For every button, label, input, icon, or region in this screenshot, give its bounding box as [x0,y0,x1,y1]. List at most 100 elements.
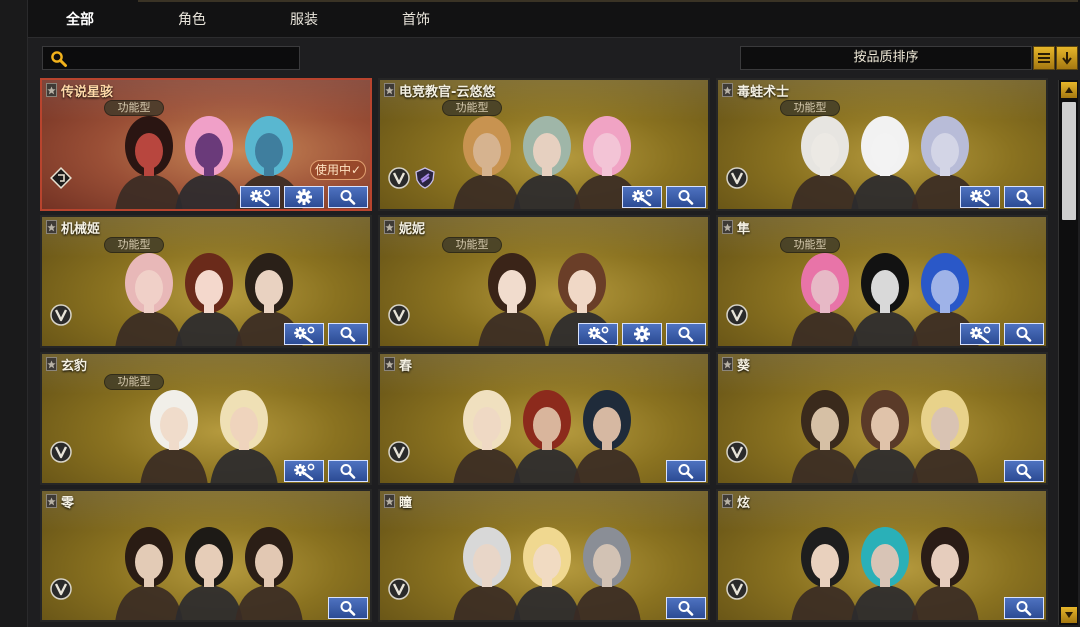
costume-card[interactable]: 妮妮 功能型 [378,215,710,348]
gear-icon [634,326,650,342]
costume-card[interactable]: 零 [40,489,372,622]
favorite-star-icon[interactable] [722,357,733,371]
card-title: 传说星骇 [46,81,114,100]
function-type-tag: 功能型 [780,237,840,253]
character-portrait [140,390,208,483]
preview-button[interactable] [1004,186,1044,208]
card-title: 妮妮 [384,218,425,237]
preview-button[interactable] [328,597,368,619]
v-rank-icon [726,304,748,326]
character-portrait [453,116,521,209]
sort-order-button[interactable] [1056,46,1078,70]
card-name: 毒蛙术士 [737,84,790,100]
tab-all[interactable]: 全部 [30,9,130,31]
character-portrait [851,253,919,346]
star-icon [47,359,56,368]
character-portrait [791,253,859,346]
character-portraits [791,116,979,209]
card-name: 炫 [737,495,751,511]
tab-accessory[interactable]: 首饰 [366,9,466,31]
costume-card[interactable]: 毒蛙术士 功能型 [716,78,1048,211]
favorite-star-icon[interactable] [46,494,57,508]
costume-card[interactable]: 玄豹 功能型 [40,352,372,485]
v-rank-icon [388,167,410,189]
favorite-star-icon[interactable] [384,220,395,234]
preview-button[interactable] [666,186,706,208]
character-portrait [791,390,859,483]
scrollbar[interactable] [1058,80,1078,625]
character-portrait [478,253,546,346]
favorite-star-icon[interactable] [722,220,733,234]
list-view-button[interactable] [1033,46,1055,70]
preview-button[interactable] [328,323,368,345]
costume-card[interactable]: 传说星骇 功能型 使用中✓ [40,78,372,211]
customize-button[interactable] [960,186,1000,208]
scroll-up-button[interactable] [1061,82,1077,98]
customize-button[interactable] [578,323,618,345]
favorite-star-icon[interactable] [46,220,57,234]
customize-button[interactable] [240,186,280,208]
card-name: 传说星骇 [61,84,114,100]
character-portraits [115,253,303,346]
character-portrait [573,390,641,483]
character-portrait [175,116,243,209]
favorite-star-icon[interactable] [722,83,733,97]
preview-button[interactable] [666,597,706,619]
preview-button[interactable] [328,460,368,482]
costume-card[interactable]: 隼功能型 [716,215,1048,348]
preview-button[interactable] [1004,460,1044,482]
costume-card[interactable]: 瞳 [378,489,710,622]
preview-button[interactable] [328,186,368,208]
costume-card[interactable]: 春 [378,352,710,485]
search-box[interactable] [42,46,300,70]
character-portrait [851,390,919,483]
character-portrait [513,390,581,483]
settings-button[interactable] [622,323,662,345]
search-icon [340,601,356,616]
preview-button[interactable] [1004,597,1044,619]
card-actions [666,460,706,482]
favorite-star-icon[interactable] [722,494,733,508]
v-rank-icon [388,304,410,326]
gear-wrench-icon [294,326,315,343]
preview-button[interactable] [666,460,706,482]
favorite-star-icon[interactable] [46,83,57,97]
favorite-star-icon[interactable] [384,494,395,508]
preview-button[interactable] [666,323,706,345]
sort-dropdown[interactable]: 按品质排序 [740,46,1032,70]
gear-wrench-icon [294,463,315,480]
character-portraits [791,527,979,620]
tab-outfit[interactable]: 服装 [254,9,354,31]
costume-card[interactable]: 葵 [716,352,1048,485]
v-rank-icon [50,304,72,326]
customize-button[interactable] [284,323,324,345]
star-icon [723,85,732,94]
customize-button[interactable] [960,323,1000,345]
character-portraits [791,390,979,483]
search-icon [1016,601,1032,616]
star-icon [385,222,394,231]
character-portrait [911,527,979,620]
preview-button[interactable] [1004,323,1044,345]
scroll-down-button[interactable] [1061,607,1077,623]
costume-card[interactable]: 机械姬 功能型 [40,215,372,348]
v-rank-icon [50,441,72,463]
search-input[interactable] [71,49,295,67]
favorite-star-icon[interactable] [384,83,395,97]
tab-character[interactable]: 角色 [142,9,242,31]
costume-card[interactable]: 电竞教官-云悠悠 功能型 [378,78,710,211]
function-type-tag: 功能型 [104,374,164,390]
costume-card[interactable]: 炫 [716,489,1048,622]
character-portrait [175,527,243,620]
menu-lines-icon [1038,53,1050,63]
customize-button[interactable] [284,460,324,482]
customize-button[interactable] [622,186,662,208]
favorite-star-icon[interactable] [46,357,57,371]
card-actions [284,323,368,345]
settings-button[interactable] [284,186,324,208]
character-portraits [115,527,303,620]
character-portrait [210,390,278,483]
star-icon [723,359,732,368]
scrollbar-thumb[interactable] [1062,102,1076,220]
favorite-star-icon[interactable] [384,357,395,371]
